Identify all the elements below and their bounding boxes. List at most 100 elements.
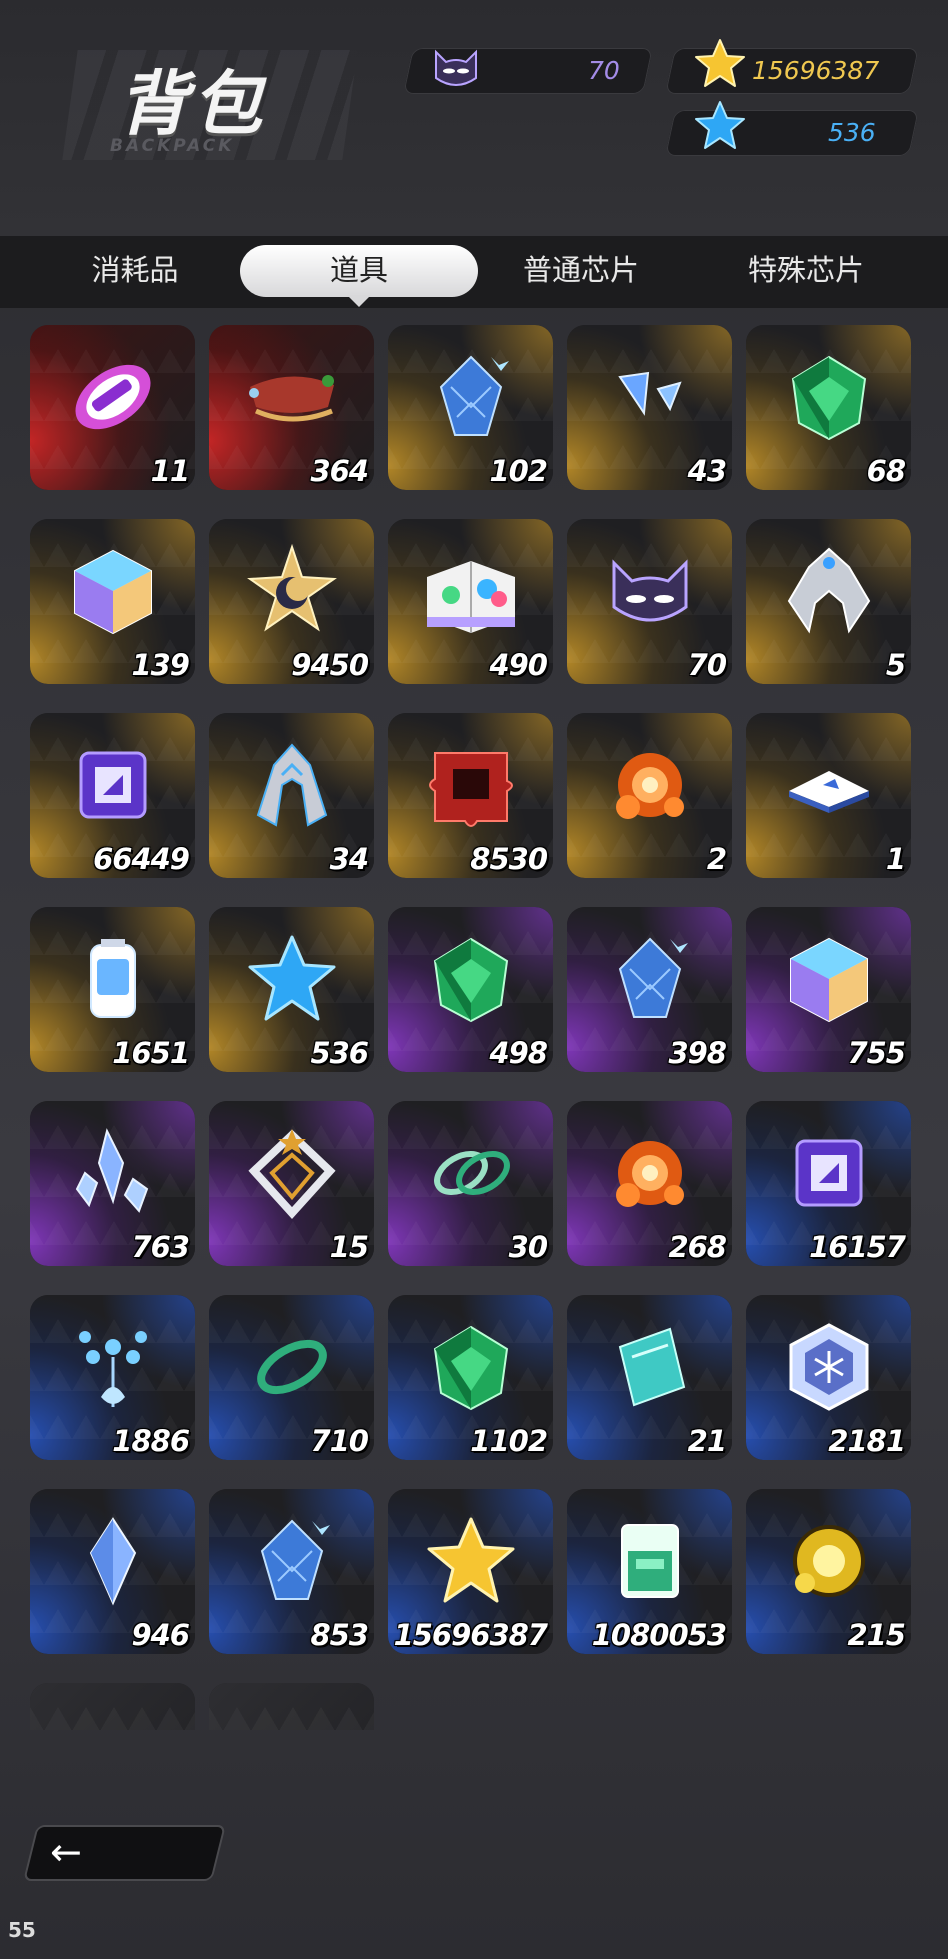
item-count: 853 xyxy=(310,1618,369,1652)
item-slot[interactable]: 946 xyxy=(30,1489,195,1654)
item-slot[interactable]: 755 xyxy=(746,907,911,1072)
item-slot[interactable] xyxy=(30,1683,195,1730)
tab-consumables[interactable]: 消耗品 xyxy=(40,236,230,308)
item-slot[interactable]: 2 xyxy=(567,713,732,878)
item-count: 9450 xyxy=(291,648,369,682)
item-count: 1651 xyxy=(112,1036,190,1070)
tab-items[interactable]: 道具 xyxy=(240,236,478,308)
item-count: 536 xyxy=(310,1036,369,1070)
item-count: 498 xyxy=(489,1036,548,1070)
green-gem-icon xyxy=(433,937,509,1023)
resource-gold-value: 15696387 xyxy=(752,56,880,85)
orange-orb-cluster-icon xyxy=(616,753,684,819)
item-slot[interactable]: 8530 xyxy=(388,713,553,878)
item-slot[interactable]: 490 xyxy=(388,519,553,684)
resource-cat-value: 70 xyxy=(588,56,620,85)
item-slot[interactable]: 5 xyxy=(746,519,911,684)
item-count: 1886 xyxy=(112,1424,190,1458)
item-slot[interactable]: 536 xyxy=(209,907,374,1072)
cyan-card-icon xyxy=(618,1327,686,1407)
item-count: 68 xyxy=(866,454,906,488)
item-slot[interactable] xyxy=(209,1683,374,1730)
blue-crystal-pinecone-icon xyxy=(260,1519,330,1600)
back-arrow-icon[interactable]: ← xyxy=(50,1830,82,1874)
item-slot[interactable]: 215 xyxy=(746,1489,911,1654)
page-title: 背包 xyxy=(118,63,266,145)
tab-special-chips[interactable]: 特殊芯片 xyxy=(708,236,904,308)
crystal-flower-icon xyxy=(79,1331,147,1407)
item-slot[interactable]: 9450 xyxy=(209,519,374,684)
item-count: 1 xyxy=(885,842,906,876)
item-slot[interactable]: 70 xyxy=(567,519,732,684)
twin-ring-icon xyxy=(434,1151,510,1195)
blue-star-icon xyxy=(248,935,336,1021)
item-count: 2181 xyxy=(828,1424,906,1458)
item-count: 15 xyxy=(329,1230,369,1264)
item-slot[interactable]: 2181 xyxy=(746,1295,911,1460)
item-slot[interactable]: 364 xyxy=(209,325,374,490)
item-grid: 11 364 102 43 68 139 9450 490 70 5 66449 34 8530 2 1 16… xyxy=(30,325,920,1730)
paint-book-icon xyxy=(427,561,515,633)
item-count: 755 xyxy=(847,1036,906,1070)
item-count: 763 xyxy=(131,1230,190,1264)
title-block: 背包 BACKPACK xyxy=(62,40,358,170)
item-slot[interactable]: 16157 xyxy=(746,1101,911,1266)
crystal-cluster-icon xyxy=(75,1128,149,1213)
red-puzzle-icon xyxy=(429,752,513,827)
item-slot[interactable]: 15696387 xyxy=(388,1489,553,1654)
item-slot[interactable]: 21 xyxy=(567,1295,732,1460)
item-count: 710 xyxy=(310,1424,369,1458)
item-slot[interactable]: 139 xyxy=(30,519,195,684)
item-slot[interactable]: 34 xyxy=(209,713,374,878)
blue-crystal-pinecone-icon xyxy=(618,937,688,1018)
item-slot[interactable]: 268 xyxy=(567,1101,732,1266)
item-slot[interactable]: 853 xyxy=(209,1489,374,1654)
blue-crystal-pinecone-icon xyxy=(439,355,509,436)
item-count: 5 xyxy=(885,648,906,682)
item-slot[interactable]: 102 xyxy=(388,325,553,490)
item-count: 215 xyxy=(847,1618,906,1652)
item-slot[interactable]: 763 xyxy=(30,1101,195,1266)
item-slot[interactable]: 1651 xyxy=(30,907,195,1072)
item-count: 21 xyxy=(687,1424,727,1458)
sleigh-icon xyxy=(249,375,334,422)
item-slot[interactable]: 11 xyxy=(30,325,195,490)
tab-bar: 消耗品 道具 普通芯片 特殊芯片 xyxy=(0,236,948,308)
item-slot[interactable]: 398 xyxy=(567,907,732,1072)
blue-star-icon xyxy=(695,101,745,149)
item-count: 139 xyxy=(131,648,190,682)
item-slot[interactable]: 1102 xyxy=(388,1295,553,1460)
prism-cube-icon xyxy=(790,937,868,1023)
unknown-icon xyxy=(242,1705,342,1730)
item-count: 43 xyxy=(687,454,727,488)
green-gem-icon xyxy=(791,355,867,441)
green-gem-icon xyxy=(433,1325,509,1411)
item-slot[interactable]: 15 xyxy=(209,1101,374,1266)
capsule-icon xyxy=(75,364,151,430)
item-slot[interactable]: 66449 xyxy=(30,713,195,878)
item-slot[interactable]: 68 xyxy=(746,325,911,490)
item-slot[interactable]: 710 xyxy=(209,1295,374,1460)
item-count: 946 xyxy=(131,1618,190,1652)
orange-orb-cluster-icon xyxy=(616,1141,684,1207)
tab-normal-chips[interactable]: 普通芯片 xyxy=(486,236,676,308)
glass-box-icon xyxy=(621,1524,679,1598)
gold-orb-icon xyxy=(793,1525,865,1597)
item-slot[interactable]: 1080053 xyxy=(567,1489,732,1654)
item-count: 11 xyxy=(150,454,190,488)
item-slot[interactable]: 1886 xyxy=(30,1295,195,1460)
item-count: 16157 xyxy=(809,1230,906,1264)
item-count: 8530 xyxy=(470,842,548,876)
item-count: 1080053 xyxy=(591,1618,727,1652)
cat-mask-icon xyxy=(435,49,477,86)
star-crest-icon xyxy=(248,1129,336,1219)
item-slot[interactable]: 30 xyxy=(388,1101,553,1266)
item-slot[interactable]: 498 xyxy=(388,907,553,1072)
item-slot[interactable]: 1 xyxy=(746,713,911,878)
item-slot[interactable]: 43 xyxy=(567,325,732,490)
page-subtitle: BACKPACK xyxy=(110,136,235,156)
resource-blue-value: 536 xyxy=(828,118,876,147)
item-count: 268 xyxy=(668,1230,727,1264)
moon-star-badge-icon xyxy=(247,543,337,632)
header: 背包 BACKPACK 70 15696387 536 xyxy=(0,0,948,236)
